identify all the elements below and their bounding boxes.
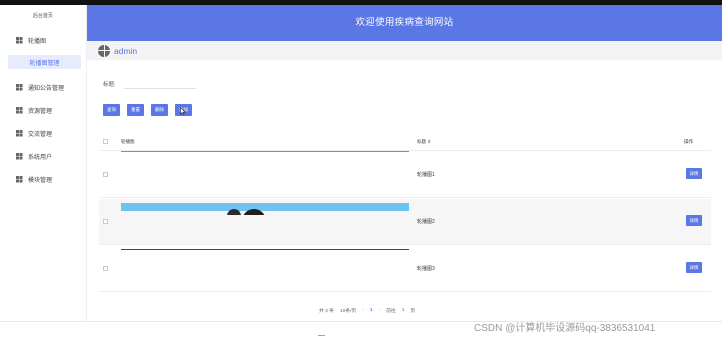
main-content: 标题: 查询 重置 删除 添加 轮播图 标题 ⇕ 操作 轮播图1 详情 轮播图2… <box>87 60 722 321</box>
row-title: 轮播图3 <box>417 266 435 272</box>
goto-page-input[interactable]: 1 <box>402 308 405 313</box>
carousel-table: 轮播图 标题 ⇕ 操作 轮播图1 详情 轮播图2 详情 轮播图3 详情 <box>99 131 711 301</box>
mouse-cursor-icon <box>180 107 186 115</box>
detail-button[interactable]: 详情 <box>686 168 702 179</box>
sidebar-item-label: 轮播图 <box>28 38 47 45</box>
search-title-label: 标题: <box>103 82 116 88</box>
next-page-icon[interactable]: › <box>378 308 380 313</box>
sidebar-item-label: 通知公告管理 <box>28 85 65 92</box>
detail-button[interactable]: 详情 <box>686 262 702 273</box>
grid-icon <box>16 176 22 182</box>
carousel-image-thumbnail <box>121 203 409 215</box>
table-row: 轮播图1 详情 <box>99 152 711 198</box>
site-title: 欢迎使用疾病查询网站 <box>355 17 454 28</box>
query-button[interactable]: 查询 <box>103 104 120 116</box>
grid-icon <box>16 107 22 113</box>
column-header-title[interactable]: 标题 ⇕ <box>417 139 431 145</box>
sidebar-item-exchange[interactable]: 交流管理 <box>0 124 87 142</box>
row-checkbox[interactable] <box>103 219 108 224</box>
sidebar-item-notices[interactable]: 通知公告管理 <box>0 78 87 96</box>
user-bar: admin <box>87 41 722 60</box>
screenshot-frame: 后台首页 轮播图 轮播图管理 通知公告管理 资源管理 交流管理 系统用户 模块管… <box>0 0 727 341</box>
row-checkbox[interactable] <box>103 266 108 271</box>
select-all-checkbox[interactable] <box>103 139 108 144</box>
delete-button[interactable]: 删除 <box>151 104 168 116</box>
sidebar-item-label: 系统用户 <box>28 154 53 161</box>
grid-icon <box>16 84 22 90</box>
row-title: 轮播图2 <box>417 219 435 225</box>
current-page[interactable]: 1 <box>370 308 373 313</box>
detail-button[interactable]: 详情 <box>686 215 702 226</box>
table-row: 轮播图3 详情 <box>99 246 711 292</box>
page-size-select[interactable]: 10条/页 <box>340 307 356 314</box>
table-header: 轮播图 标题 ⇕ 操作 <box>99 131 711 152</box>
sidebar-item-label: 模块管理 <box>28 177 53 184</box>
sidebar-item-resources[interactable]: 资源管理 <box>0 101 87 119</box>
sidebar-item-modules[interactable]: 模块管理 <box>0 170 87 188</box>
grid-icon <box>16 37 22 43</box>
pagination-total: 共 3 条 <box>319 309 334 314</box>
column-header-image: 轮播图 <box>121 139 135 144</box>
sidebar-home[interactable]: 后台首页 <box>0 12 86 22</box>
grid-icon <box>16 153 22 159</box>
watermark-text: CSDN @计算机毕设源码qq-3836531041 <box>474 323 656 334</box>
sidebar-item-label: 资源管理 <box>28 108 53 115</box>
search-title-input[interactable] <box>124 75 196 89</box>
sidebar-item-carousel[interactable]: 轮播图 <box>0 31 87 49</box>
table-row: 轮播图2 详情 <box>99 199 711 245</box>
sidebar-item-label: 交流管理 <box>28 131 53 138</box>
prev-page-icon[interactable]: ‹ <box>362 308 364 313</box>
sidebar-subitem-carousel-management[interactable]: 轮播图管理 <box>8 55 81 69</box>
username[interactable]: admin <box>114 46 137 56</box>
goto-label: 前往 <box>386 309 396 314</box>
row-checkbox[interactable] <box>103 172 108 177</box>
pagination: 共 3 条 10条/页 ‹ 1 › 前往 1 页 <box>319 307 415 314</box>
image-thumbnail-edge <box>121 249 409 250</box>
avatar[interactable] <box>98 44 110 57</box>
grid-icon <box>16 130 22 136</box>
column-header-action: 操作 <box>684 139 693 144</box>
figure-caption: — <box>318 332 325 339</box>
sidebar: 后台首页 轮播图 轮播图管理 通知公告管理 资源管理 交流管理 系统用户 模块管… <box>0 5 87 321</box>
reset-button[interactable]: 重置 <box>127 104 144 116</box>
row-title: 轮播图1 <box>417 172 435 178</box>
page-unit-label: 页 <box>410 309 416 314</box>
sidebar-item-system-users[interactable]: 系统用户 <box>0 147 87 165</box>
top-header: 欢迎使用疾病查询网站 <box>87 5 722 41</box>
